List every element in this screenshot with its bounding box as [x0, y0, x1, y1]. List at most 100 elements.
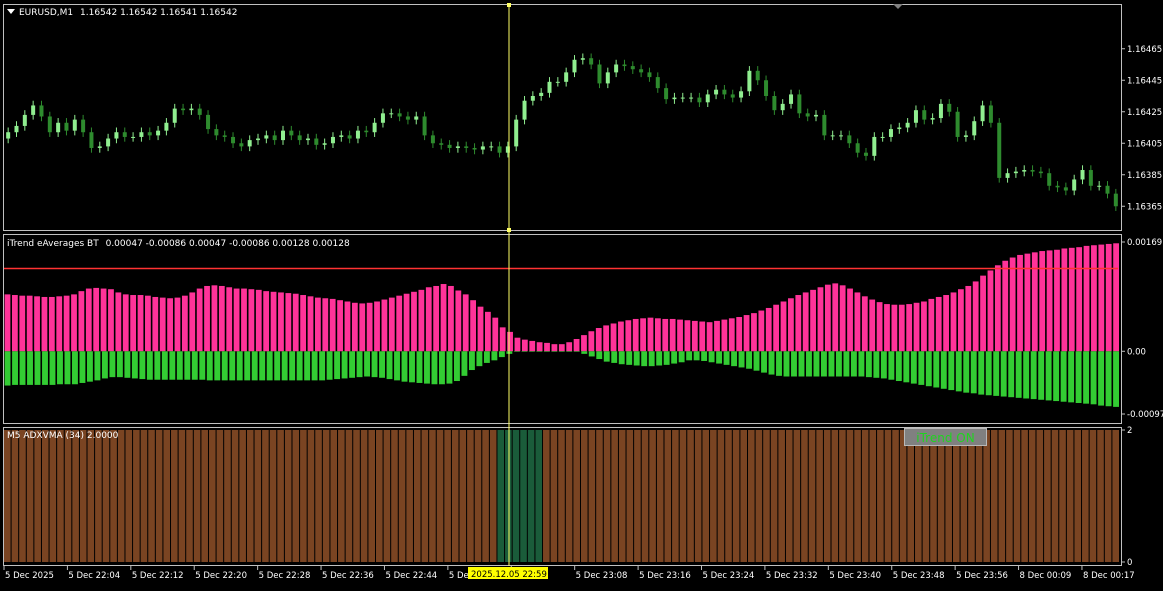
adxvma-bar — [512, 430, 520, 562]
candle-body — [164, 122, 169, 131]
chart-menu-icon[interactable] — [7, 9, 15, 14]
histogram-bar-pink — [255, 289, 262, 352]
histogram-bar-green — [948, 351, 955, 391]
adxvma-bar — [1006, 430, 1013, 562]
adxvma-bar — [861, 430, 869, 562]
histogram-bar-green — [761, 351, 767, 373]
histogram-bar-pink — [174, 297, 181, 352]
histogram-bar-pink — [248, 289, 255, 352]
candle-body — [539, 92, 544, 96]
histogram-bar-green — [491, 351, 498, 361]
histogram-bar-pink — [337, 300, 343, 352]
adxvma-bar — [376, 430, 383, 562]
shift-marker-icon[interactable] — [893, 4, 903, 9]
histogram-bar-pink — [477, 306, 484, 352]
crosshair-handle-top — [507, 3, 511, 7]
histogram-bar-green — [146, 351, 153, 380]
candle-body — [714, 89, 719, 95]
histogram-bar-green — [409, 351, 415, 383]
histogram-bar-green — [993, 351, 1000, 396]
candle-body — [630, 66, 635, 70]
symbol-header: EURUSD,M1 1.16542 1.16542 1.16541 1.1654… — [19, 8, 237, 18]
histogram-bar-green — [821, 351, 827, 377]
histogram-bar-pink — [965, 285, 972, 352]
histogram-bar-pink — [263, 291, 270, 352]
adxvma-bar — [687, 430, 694, 562]
histogram-bar-pink — [884, 304, 890, 352]
histogram-bar-pink — [4, 294, 11, 352]
adxvma-bar — [717, 430, 725, 562]
adxvma-bar — [4, 430, 11, 562]
histogram-bar-green — [109, 351, 116, 378]
price-axis-label: 1.16405 — [1127, 139, 1162, 149]
histogram-bar-green — [925, 351, 932, 387]
histogram-bar-green — [850, 351, 857, 377]
itrend-title: iTrend eAverages BT — [7, 239, 99, 249]
adxvma-bar — [254, 430, 262, 562]
candle-body — [355, 130, 360, 139]
histogram-bar-green — [970, 351, 977, 394]
histogram-bar-pink — [196, 288, 203, 352]
adxvma-bar — [436, 430, 444, 562]
candle-body — [664, 88, 669, 100]
candle-body — [455, 146, 460, 148]
histogram-bar-green — [528, 351, 535, 352]
adxvma-bar — [186, 430, 193, 562]
histogram-bar-pink — [958, 289, 964, 352]
itrend-toggle-button[interactable]: iTrend ON — [904, 428, 987, 446]
histogram-bar-green — [266, 351, 273, 381]
adxvma-bar — [72, 430, 79, 562]
candle-body — [872, 136, 877, 156]
candle-body — [289, 130, 294, 136]
candle-body — [189, 108, 194, 111]
histogram-bar-pink — [278, 292, 284, 352]
histogram-bar-green — [1000, 351, 1007, 397]
histogram-bar-green — [843, 351, 850, 377]
adxvma-bar — [41, 430, 49, 562]
candle-body — [530, 96, 535, 101]
histogram-bar-green — [566, 351, 573, 352]
histogram-bar-pink — [499, 327, 506, 352]
candle-body — [1097, 185, 1102, 187]
histogram-bar-green — [588, 351, 595, 357]
adxvma-bar — [565, 430, 573, 562]
adxvma-bar — [983, 430, 990, 562]
histogram-bar-pink — [817, 287, 824, 352]
candle-body — [655, 77, 660, 89]
adxvma-bar — [125, 430, 133, 562]
histogram-bar-pink — [1017, 254, 1023, 352]
histogram-bar-green — [678, 351, 685, 363]
adxvma-bar — [474, 430, 482, 562]
histogram-bar-pink — [11, 295, 18, 352]
candle-body — [347, 135, 352, 139]
chart-window[interactable]: 1.16465 1.16445 1.16425 1.16405 1.16385 1.163… — [0, 0, 1163, 587]
histogram-bar-pink — [122, 294, 129, 352]
histogram-bar-pink — [935, 296, 942, 352]
histogram-bar-pink — [876, 302, 883, 352]
histogram-bar-pink — [854, 292, 861, 352]
histogram-bar-pink — [425, 287, 432, 352]
histogram-bar-pink — [85, 288, 92, 352]
histogram-bar-green — [139, 351, 146, 380]
histogram-bar-pink — [411, 291, 417, 352]
candle-body — [439, 143, 444, 145]
time-axis-label: 5 Dec 22:36 — [322, 571, 374, 581]
histogram-bar-green — [12, 351, 18, 385]
histogram-bar-pink — [891, 304, 898, 352]
histogram-bar-green — [806, 351, 812, 377]
adxvma-bar — [930, 430, 937, 562]
histogram-bar-green — [64, 351, 71, 385]
histogram-bar-pink — [1031, 252, 1038, 352]
chart-canvas[interactable]: 1.16465 1.16445 1.16425 1.16405 1.16385 1.163… — [0, 0, 1163, 587]
candle-body — [139, 132, 144, 137]
histogram-bar-pink — [662, 318, 669, 352]
adxvma-header: M5 ADXVMA (34) 2.0000 — [7, 431, 119, 441]
candle-body — [114, 132, 119, 139]
adxvma-bar — [383, 430, 391, 562]
histogram-bar-pink — [921, 301, 927, 352]
histogram-bar-pink — [551, 344, 558, 352]
candle-body — [472, 147, 477, 150]
histogram-bar-green — [521, 351, 528, 352]
histogram-bar-pink — [1009, 257, 1016, 352]
candle-body — [206, 114, 211, 130]
